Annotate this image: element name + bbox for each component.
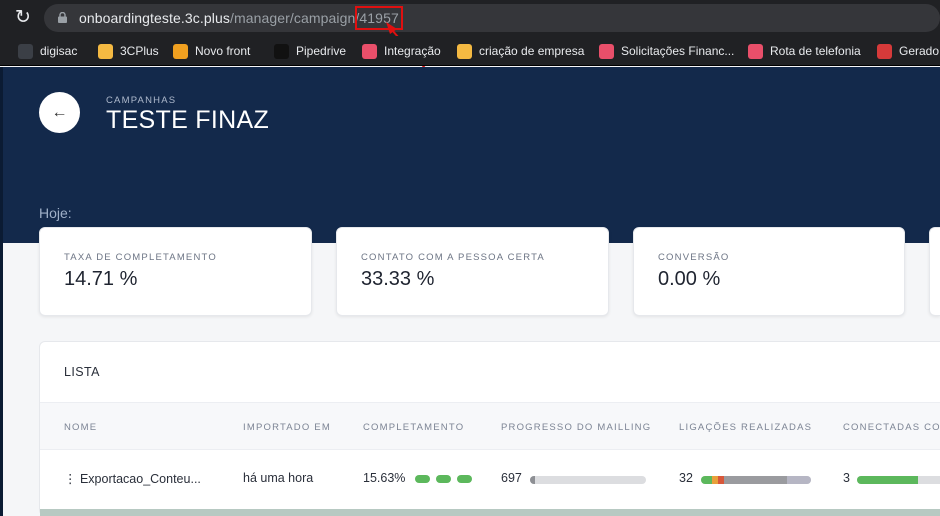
calls-segment-connected: [701, 476, 712, 484]
column-header-calls: LIGAÇÕES REALIZADAS: [679, 422, 813, 433]
stat-label: TAXA DE COMPLETAMENTO: [64, 252, 217, 263]
completion-dot: [456, 474, 472, 483]
connected-progress-bar: [857, 476, 940, 484]
imported-time: há uma hora: [243, 471, 314, 485]
bookmark-label: Pipedrive: [296, 44, 347, 58]
stat-value: 33.33 %: [361, 268, 435, 290]
table-header: NOME IMPORTADO EM COMPLETAMENTO PROGRESS…: [40, 402, 940, 450]
bookmark-favicon-icon: [274, 43, 289, 59]
bookmark-label: Gerado: [899, 44, 940, 58]
bookmark-label: Integração: [384, 44, 441, 58]
bookmark-item[interactable]: Gerado: [877, 42, 939, 60]
column-header-connected: CONECTADAS CO: [843, 422, 940, 433]
stat-label: CONTATO COM A PESSOA CERTA: [361, 252, 545, 263]
column-header-name: NOME: [64, 422, 98, 433]
list-title: LISTA: [64, 365, 100, 379]
calls-segment-other: [786, 476, 811, 484]
calls-breakdown-bar: [701, 476, 811, 484]
bookmark-item[interactable]: criação de empresa: [457, 42, 584, 60]
stat-card-completion: TAXA DE COMPLETAMENTO 14.71 %: [39, 227, 312, 316]
completion-cell: 15.63%: [363, 471, 472, 485]
stat-label: CONVERSÃO: [658, 252, 730, 263]
completion-indicator: [414, 474, 472, 483]
page-title: TESTE FINAZ: [106, 106, 270, 134]
calls-segment-failed: [717, 476, 725, 484]
table-scroll-edge: [40, 509, 940, 516]
bookmark-label: Novo front: [195, 44, 251, 58]
stat-card-partial: [929, 227, 940, 316]
bookmark-favicon-icon: [173, 43, 188, 59]
bookmark-item[interactable]: Pipedrive: [274, 42, 346, 60]
breadcrumb[interactable]: CAMPANHAS: [106, 95, 176, 106]
calls-segment-not-answered: [724, 476, 787, 484]
bookmark-item[interactable]: Integração: [362, 42, 441, 60]
mailing-progress-bar: [530, 476, 646, 484]
bookmark-item[interactable]: digisac: [18, 42, 77, 60]
back-arrow-button[interactable]: ←: [39, 92, 80, 133]
bookmark-label: digisac: [40, 44, 78, 58]
bookmark-favicon-icon: [18, 43, 33, 59]
stat-card-right-contact: CONTATO COM A PESSOA CERTA 33.33 %: [336, 227, 609, 316]
column-header-imported: IMPORTADO EM: [243, 422, 331, 433]
campaign-header-background: [0, 67, 940, 243]
bookmark-label: Solicitações Financ...: [621, 44, 735, 58]
bookmark-item[interactable]: Rota de telefonia: [748, 42, 861, 60]
sidebar-edge: [0, 67, 3, 516]
completion-dot: [414, 474, 430, 483]
bookmark-favicon-icon: [877, 43, 892, 59]
stat-value: 14.71 %: [64, 268, 138, 290]
mailing-count: 697: [501, 471, 522, 485]
bookmarks-bar: digisac 3CPlus Novo front Pipedrive Integraç…: [0, 36, 940, 66]
bookmark-label: criação de empresa: [479, 44, 585, 58]
bookmark-favicon-icon: [457, 43, 472, 59]
bookmark-item[interactable]: Solicitações Financ...: [599, 42, 734, 60]
connected-progress-fill: [857, 476, 918, 484]
bookmark-favicon-icon: [599, 43, 614, 59]
bookmark-label: Rota de telefonia: [770, 44, 861, 58]
column-header-completion: COMPLETAMENTO: [363, 422, 465, 433]
bookmark-favicon-icon: [748, 43, 763, 59]
list-panel: LISTA NOME IMPORTADO EM COMPLETAMENTO PR…: [39, 341, 940, 516]
calls-count: 32: [679, 471, 693, 485]
column-header-mailing-progress: PROGRESSO DO MAILLING: [501, 422, 652, 433]
mailing-progress-fill: [530, 476, 535, 484]
list-name[interactable]: ⋮ Exportacao_Conteu...: [64, 471, 201, 486]
table-row[interactable]: ⋮ Exportacao_Conteu... há uma hora 15.63…: [40, 450, 940, 508]
today-label: Hoje:: [39, 205, 72, 221]
stat-card-conversion: CONVERSÃO 0.00 %: [633, 227, 905, 316]
completion-dot: [435, 474, 451, 483]
bookmark-item[interactable]: 3CPlus: [98, 42, 159, 60]
bookmark-favicon-icon: [362, 43, 377, 59]
bookmark-item[interactable]: Novo front: [173, 42, 250, 60]
connected-count: 3: [843, 471, 850, 485]
stat-value: 0.00 %: [658, 268, 721, 290]
completion-value: 15.63%: [363, 471, 406, 485]
bookmark-label: 3CPlus: [120, 44, 159, 58]
bookmark-favicon-icon: [98, 43, 113, 59]
